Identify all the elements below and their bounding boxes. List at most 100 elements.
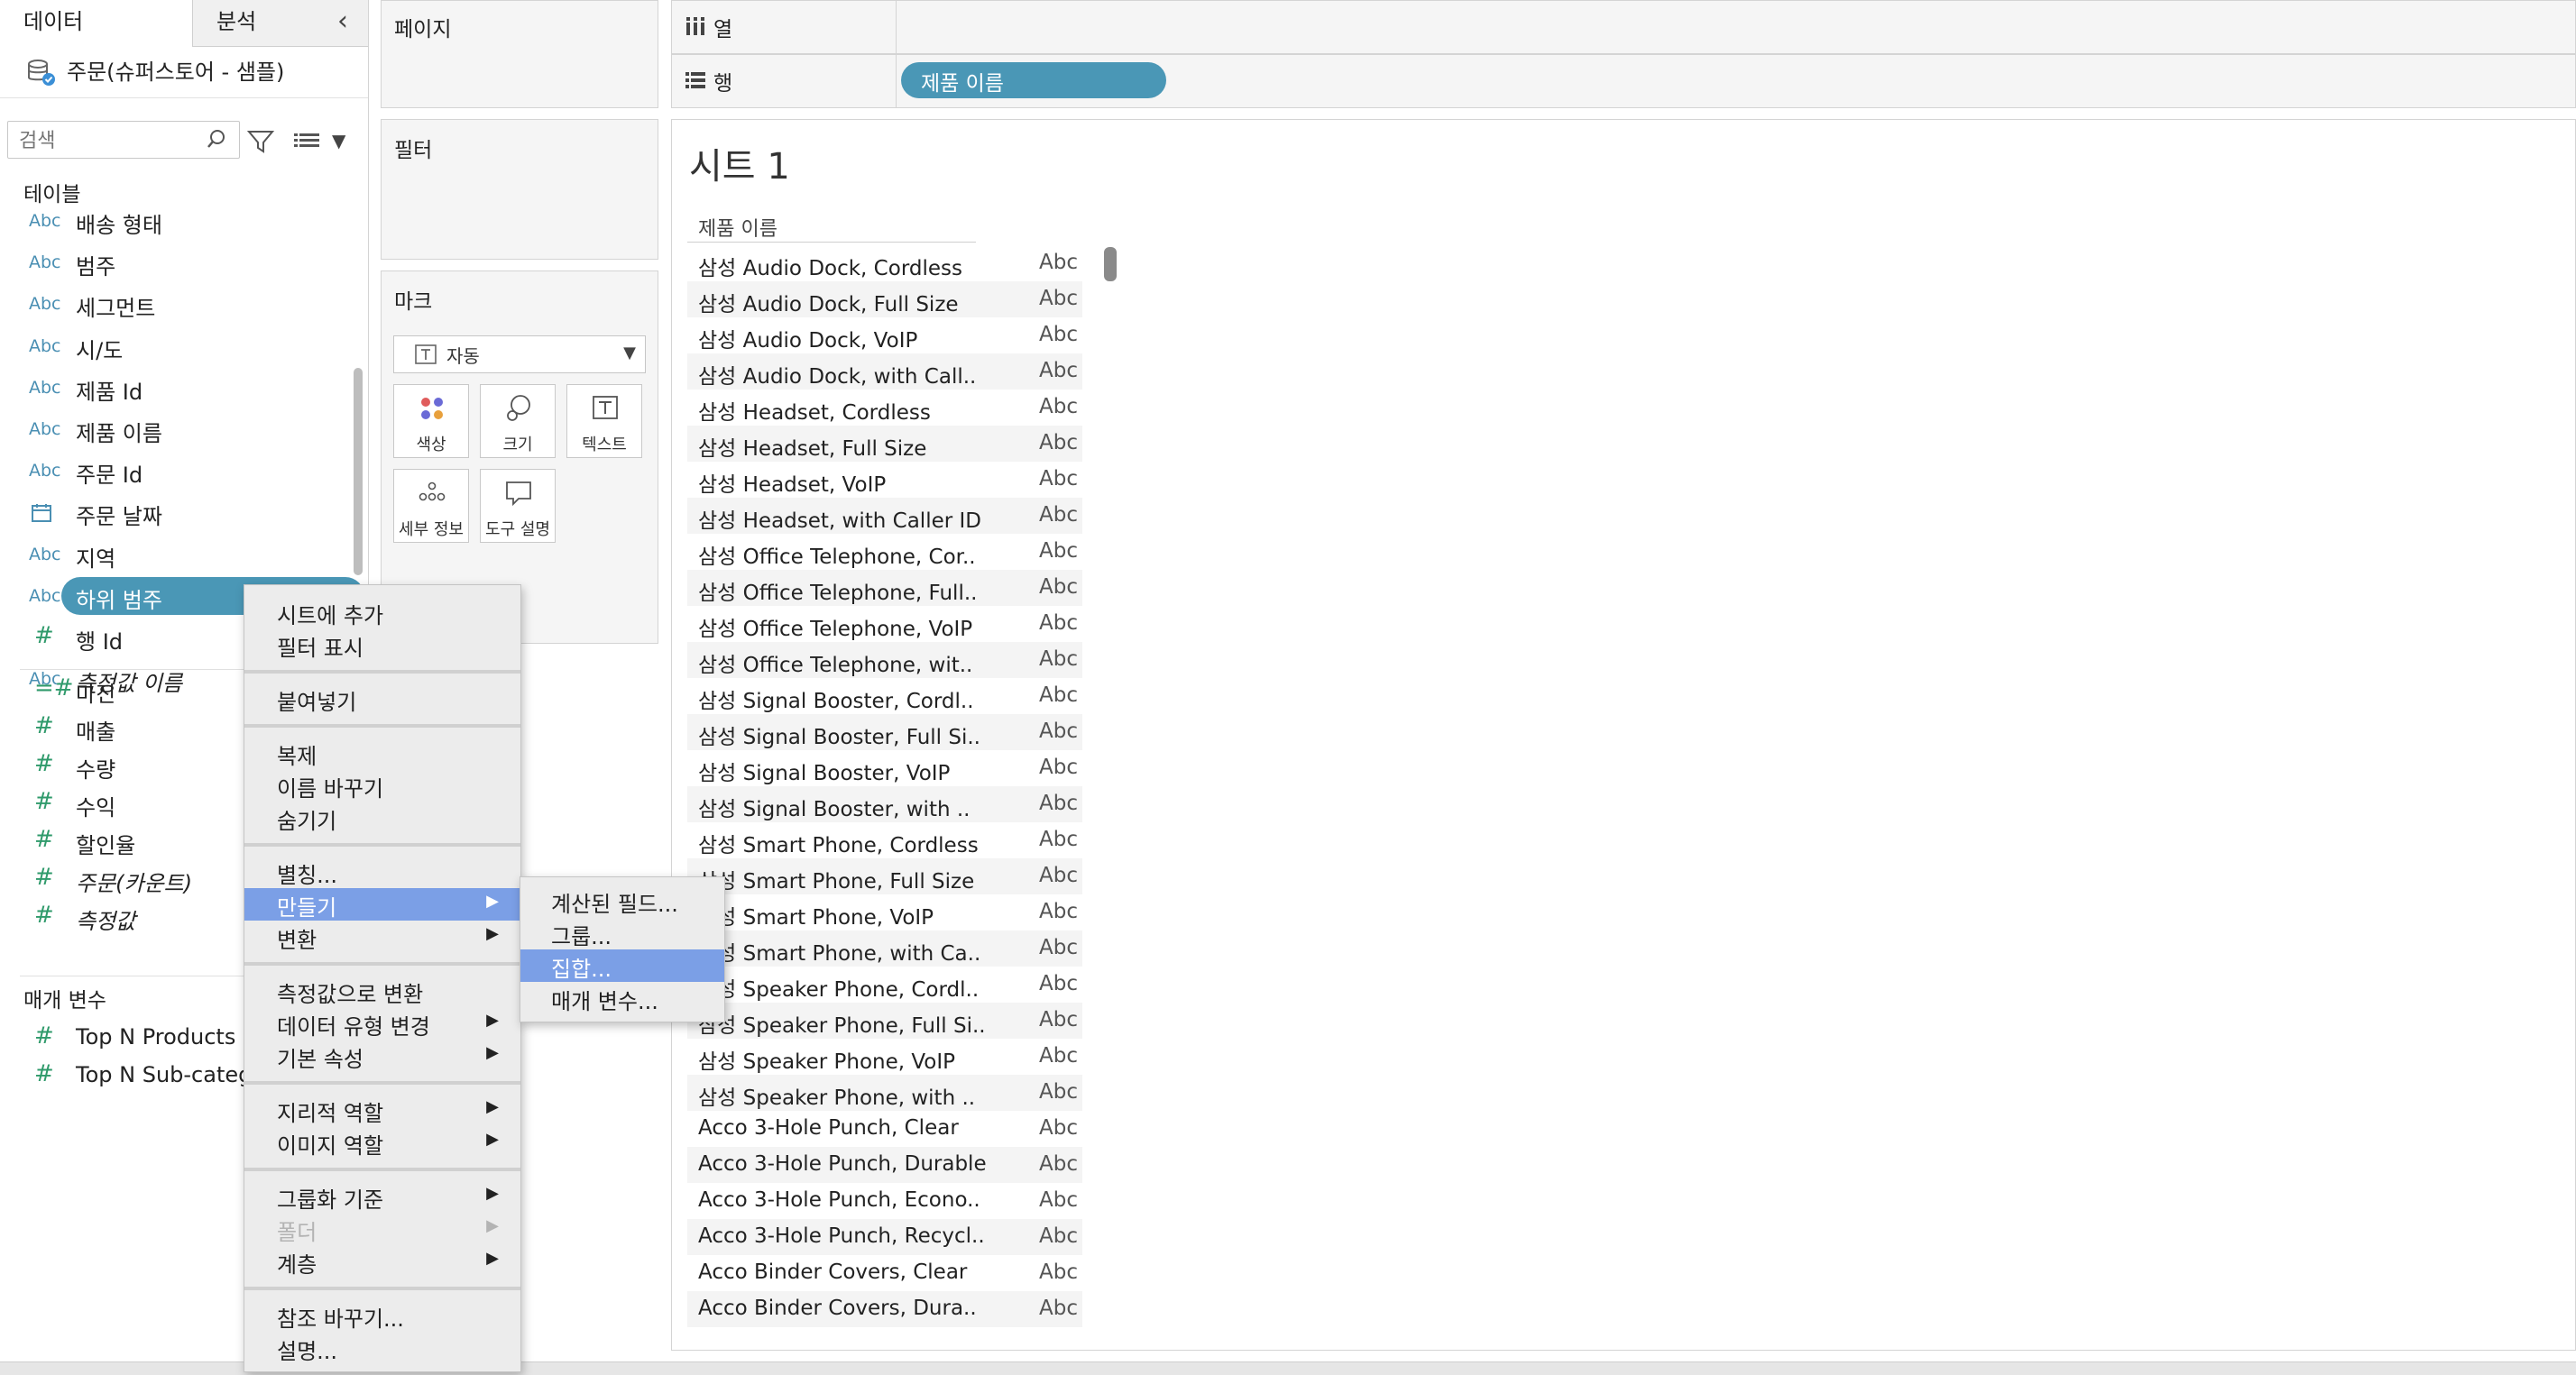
text-mark-icon (415, 344, 437, 364)
menu-item[interactable]: 설명... (244, 1332, 520, 1364)
table-row[interactable]: 삼성 Office Telephone, VoIP Abc (687, 606, 1082, 642)
menu-item[interactable]: 변환 ▶ (244, 921, 520, 953)
product-name-cell: 삼성 Headset, with Caller ID (698, 509, 981, 533)
menu-item[interactable]: 지리적 역할 ▶ (244, 1094, 520, 1126)
menu-item: 폴더 ▶ (244, 1213, 520, 1245)
menu-item[interactable]: 숨기기 (244, 802, 520, 834)
table-row[interactable]: 삼성 Speaker Phone, Cordl.. Abc (687, 967, 1082, 1003)
table-row[interactable]: 삼성 Audio Dock, Cordless Abc (687, 245, 1082, 281)
search-icon[interactable] (206, 126, 233, 153)
menu-item[interactable]: 별칭... (244, 856, 520, 888)
product-name-cell: 삼성 Headset, VoIP (698, 473, 887, 497)
table-row[interactable]: 삼성 Smart Phone, Cordless Abc (687, 822, 1082, 858)
color-button[interactable]: 색상 (393, 384, 469, 458)
menu-item[interactable]: 필터 표시 (244, 628, 520, 661)
field-item[interactable]: Abc 배송 형태 (0, 204, 361, 242)
field-item[interactable]: Abc 범주 (0, 245, 361, 283)
column-header[interactable]: 제품 이름 (698, 213, 777, 242)
menu-item[interactable]: 붙여넣기 (244, 683, 520, 715)
table-row[interactable]: Acco 3-Hole Punch, Econo.. Abc (687, 1183, 1082, 1219)
value-cell: Abc (1039, 1008, 1078, 1031)
product-name-cell: 삼성 Signal Booster, Full Si.. (698, 726, 980, 749)
table-row[interactable]: 삼성 Speaker Phone, Full Si.. Abc (687, 1003, 1082, 1039)
detail-button[interactable]: 세부 정보 (393, 469, 469, 543)
field-item[interactable]: Abc 제품 이름 (0, 412, 361, 450)
value-cell: Abc (1039, 972, 1078, 995)
table-row[interactable]: 삼성 Headset, VoIP Abc (687, 462, 1082, 498)
product-name-cell: Acco Binder Covers, Clear (698, 1260, 968, 1284)
menu-item[interactable]: 그룹화 기준 ▶ (244, 1180, 520, 1213)
product-name-cell: 삼성 Audio Dock, Cordless (698, 257, 962, 280)
product-name-cell: 삼성 Smart Phone, with Ca.. (698, 942, 981, 966)
data-pane-scrollbar[interactable] (354, 368, 363, 575)
field-item[interactable]: Abc 세그먼트 (0, 287, 361, 325)
table-row[interactable]: 삼성 Smart Phone, Full Size Abc (687, 858, 1082, 894)
product-name-cell: 삼성 Smart Phone, Full Size (698, 870, 975, 894)
pages-card[interactable]: 페이지 (381, 0, 658, 108)
chevron-left-icon[interactable]: ‹ (337, 5, 348, 37)
pages-title: 페이지 (394, 18, 452, 41)
table-row[interactable]: 삼성 Audio Dock, VoIP Abc (687, 317, 1082, 353)
menu-item[interactable]: 데이터 유형 변경 ▶ (244, 1007, 520, 1040)
list-view-icon[interactable] (290, 126, 323, 157)
submenu-item[interactable]: 계산된 필드... (520, 885, 724, 917)
string-type-icon: Abc (29, 335, 61, 356)
table-row[interactable]: 삼성 Office Telephone, wit.. Abc (687, 642, 1082, 678)
table-row[interactable]: 삼성 Headset, Cordless Abc (687, 390, 1082, 426)
menu-item[interactable]: 이름 바꾸기 (244, 769, 520, 802)
value-cell: Abc (1039, 756, 1078, 779)
field-item[interactable]: Abc 지역 (0, 537, 361, 575)
table-row[interactable]: 삼성 Office Telephone, Full.. Abc (687, 570, 1082, 606)
menu-item[interactable]: 이미지 역할 ▶ (244, 1126, 520, 1159)
menu-item[interactable]: 계층 ▶ (244, 1245, 520, 1278)
chevron-down-icon[interactable]: ▼ (332, 130, 345, 151)
field-item[interactable]: Abc 주문 Id (0, 454, 361, 491)
table-row[interactable]: 삼성 Headset, Full Size Abc (687, 426, 1082, 462)
text-button[interactable]: 텍스트 (566, 384, 642, 458)
rows-shelf[interactable]: 행 제품 이름 (671, 54, 2576, 108)
table-row[interactable]: 삼성 Headset, with Caller ID Abc (687, 498, 1082, 534)
table-row[interactable]: 삼성 Smart Phone, with Ca.. Abc (687, 930, 1082, 967)
marks-type-dropdown[interactable]: 자동 ▼ (393, 335, 646, 373)
field-label: 시/도 (76, 337, 124, 363)
table-row[interactable]: 삼성 Office Telephone, Cor.. Abc (687, 534, 1082, 570)
submenu-item[interactable]: 매개 변수... (520, 982, 724, 1014)
menu-item[interactable]: 측정값으로 변환 (244, 975, 520, 1007)
table-row[interactable]: 삼성 Speaker Phone, with .. Abc (687, 1075, 1082, 1111)
columns-shelf[interactable]: 열 (671, 0, 2576, 54)
search-input[interactable] (17, 125, 201, 156)
size-button[interactable]: 크기 (480, 384, 556, 458)
menu-item[interactable]: 시트에 추가 (244, 596, 520, 628)
field-label: 측정값 (76, 909, 136, 934)
table-row[interactable]: 삼성 Audio Dock, Full Size Abc (687, 281, 1082, 317)
field-item[interactable]: Abc 제품 Id (0, 371, 361, 408)
field-item[interactable]: Abc 시/도 (0, 329, 361, 367)
table-scrollbar[interactable] (1104, 247, 1117, 281)
table-row[interactable]: 삼성 Audio Dock, with Call.. Abc (687, 353, 1082, 390)
table-row[interactable]: Acco 3-Hole Punch, Recycl.. Abc (687, 1219, 1082, 1255)
table-row[interactable]: 삼성 Signal Booster, Full Si.. Abc (687, 714, 1082, 750)
tooltip-button[interactable]: 도구 설명 (480, 469, 556, 543)
row-pill-product-name[interactable]: 제품 이름 (901, 62, 1166, 98)
table-row[interactable]: 삼성 Smart Phone, VoIP Abc (687, 894, 1082, 930)
table-row[interactable]: Acco Binder Covers, Dura.. Abc (687, 1291, 1082, 1327)
table-row[interactable]: 삼성 Signal Booster, VoIP Abc (687, 750, 1082, 786)
tab-data[interactable]: 데이터 (0, 0, 193, 47)
field-item[interactable]: 주문 날짜 (0, 495, 361, 533)
table-row[interactable]: 삼성 Speaker Phone, VoIP Abc (687, 1039, 1082, 1075)
table-row[interactable]: 삼성 Signal Booster, Cordl.. Abc (687, 678, 1082, 714)
submenu-item[interactable]: 집합... (520, 949, 724, 982)
filters-card[interactable]: 필터 (381, 119, 658, 260)
menu-item[interactable]: 참조 바꾸기... (244, 1299, 520, 1332)
menu-item[interactable]: 복제 (244, 737, 520, 769)
sheet-title[interactable]: 시트 1 (689, 137, 790, 189)
product-name-cell: 삼성 Speaker Phone, Cordl.. (698, 978, 980, 1002)
table-row[interactable]: Acco 3-Hole Punch, Clear Abc (687, 1111, 1082, 1147)
table-row[interactable]: Acco 3-Hole Punch, Durable Abc (687, 1147, 1082, 1183)
table-row[interactable]: Acco Binder Covers, Clear Abc (687, 1255, 1082, 1291)
menu-item[interactable]: 기본 속성 ▶ (244, 1040, 520, 1072)
filter-icon[interactable] (245, 126, 276, 157)
table-row[interactable]: 삼성 Signal Booster, with .. Abc (687, 786, 1082, 822)
menu-item[interactable]: 만들기 ▶ (244, 888, 520, 921)
submenu-item[interactable]: 그룹... (520, 917, 724, 949)
